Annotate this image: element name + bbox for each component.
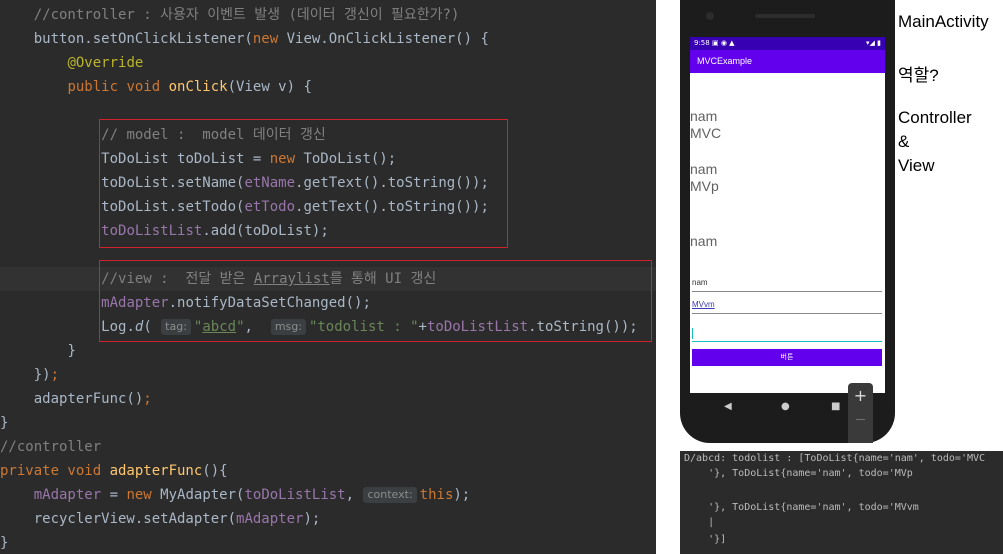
code-line-13: } xyxy=(0,339,656,363)
code-token: ); xyxy=(453,487,471,503)
log-line: '}] xyxy=(684,534,727,545)
keyword: private void xyxy=(0,463,110,479)
code-token: button.setOnClickListener( xyxy=(33,31,253,47)
item-name: nam xyxy=(690,108,718,124)
code-line-17: //controller xyxy=(0,435,656,459)
code-editor[interactable]: //controller : 사용자 이벤트 발생 (데이터 갱신이 필요한가?… xyxy=(0,0,656,554)
item-todo: MVp xyxy=(690,178,719,194)
code-line-18: private void adapterFunc(){ xyxy=(0,459,656,483)
submit-button[interactable]: 버튼 xyxy=(692,349,882,366)
code-token: } xyxy=(67,343,76,359)
code-line-16: } xyxy=(0,411,656,435)
front-camera xyxy=(706,12,714,20)
log-line: '}, ToDoList{name='nam', todo='MVp xyxy=(684,468,913,479)
speaker-grille xyxy=(755,14,815,18)
parameter-hint: context: xyxy=(363,487,417,503)
note-controller: Controller xyxy=(898,108,972,127)
name-input[interactable]: nam xyxy=(692,277,882,292)
code-token: (View v) { xyxy=(227,79,312,95)
view-highlight-box xyxy=(99,260,652,342)
code-token: (){ xyxy=(202,463,228,479)
keyword: new xyxy=(126,487,161,503)
zoom-in-icon[interactable]: + xyxy=(848,383,873,409)
note-role: 역할? xyxy=(898,66,939,85)
code-token: adapterFunc() xyxy=(33,391,144,407)
code-token: recyclerView.setAdapter( xyxy=(33,511,237,527)
list-item[interactable]: nam xyxy=(690,233,885,250)
status-bar: 9:58 ▣ ◉ ▲ ▾◢ ▮ xyxy=(690,37,885,50)
recents-icon[interactable]: ■ xyxy=(831,401,840,412)
app-title: MVCExample xyxy=(697,56,753,66)
method-name: adapterFunc xyxy=(109,463,203,479)
zoom-out-icon[interactable]: — xyxy=(848,409,873,431)
note-activity: MainActivity xyxy=(898,12,989,31)
code-line-15: adapterFunc(); xyxy=(0,387,656,411)
code-token: ; xyxy=(50,367,60,383)
note-amp: & xyxy=(898,132,910,151)
zoom-controls[interactable]: + — xyxy=(848,383,873,443)
status-icons: ▾◢ ▮ xyxy=(866,39,881,47)
code-line-21: } xyxy=(0,531,656,555)
log-line: '}, ToDoList{name='nam', todo='MVvm xyxy=(684,502,919,513)
method-name: onClick xyxy=(168,79,228,95)
code-token: } xyxy=(0,535,9,551)
item-name: nam xyxy=(690,161,718,177)
code-token: , xyxy=(345,487,363,503)
code-line-14: }); xyxy=(0,363,656,387)
keyword: public void xyxy=(67,79,169,95)
code-token: MyAdapter( xyxy=(160,487,245,503)
keyword: new xyxy=(252,31,287,47)
code-token: ); xyxy=(303,511,321,527)
code-token: }) xyxy=(33,367,51,383)
phone-screen: 9:58 ▣ ◉ ▲ ▾◢ ▮ MVCExample nam MVC nam M… xyxy=(690,37,885,393)
code-line-2: button.setOnClickListener(new View.OnCli… xyxy=(0,27,656,51)
back-icon[interactable]: ◀ xyxy=(724,401,732,412)
home-icon[interactable]: ● xyxy=(781,401,790,412)
field: mAdapter xyxy=(33,487,102,503)
comment: //controller xyxy=(0,439,102,455)
code-line-4: public void onClick(View v) { xyxy=(0,75,656,99)
log-line: | xyxy=(684,517,715,528)
log-line: D/abcd: todolist : [ToDoList{name='nam',… xyxy=(684,453,986,464)
comment: //controller : 사용자 이벤트 발생 (데이터 갱신이 필요한가?… xyxy=(33,7,460,23)
code-line-3: @Override xyxy=(0,51,656,75)
field: mAdapter xyxy=(236,511,304,527)
list-item[interactable]: nam MVC xyxy=(690,108,885,142)
model-highlight-box xyxy=(99,119,508,248)
annotation: @Override xyxy=(67,55,144,71)
text-cursor xyxy=(692,328,693,339)
code-token: } xyxy=(0,415,9,431)
code-token: View.OnClickListener() { xyxy=(286,31,489,47)
code-line-20: recyclerView.setAdapter(mAdapter); xyxy=(0,507,656,531)
code-token: = xyxy=(101,487,127,503)
focused-input[interactable] xyxy=(692,327,882,342)
app-bar: MVCExample xyxy=(690,50,885,73)
item-name: nam xyxy=(690,233,718,249)
keyword: this xyxy=(419,487,454,503)
list-item[interactable]: nam MVp xyxy=(690,161,885,195)
item-todo: MVC xyxy=(690,125,722,141)
note-view: View xyxy=(898,156,935,175)
field: toDoListList xyxy=(244,487,346,503)
status-time: 9:58 xyxy=(694,39,710,47)
code-line-19: mAdapter = new MyAdapter(toDoListList, c… xyxy=(0,483,656,507)
notification-icons: ▣ ◉ ▲ xyxy=(712,39,735,47)
code-token: ; xyxy=(143,391,152,407)
phone-emulator: 9:58 ▣ ◉ ▲ ▾◢ ▮ MVCExample nam MVC nam M… xyxy=(680,0,895,443)
code-line-1: //controller : 사용자 이벤트 발생 (데이터 갱신이 필요한가?… xyxy=(0,3,656,27)
todo-input[interactable]: MVvm xyxy=(692,299,882,314)
logcat-output: D/abcd: todolist : [ToDoList{name='nam',… xyxy=(680,451,1003,554)
